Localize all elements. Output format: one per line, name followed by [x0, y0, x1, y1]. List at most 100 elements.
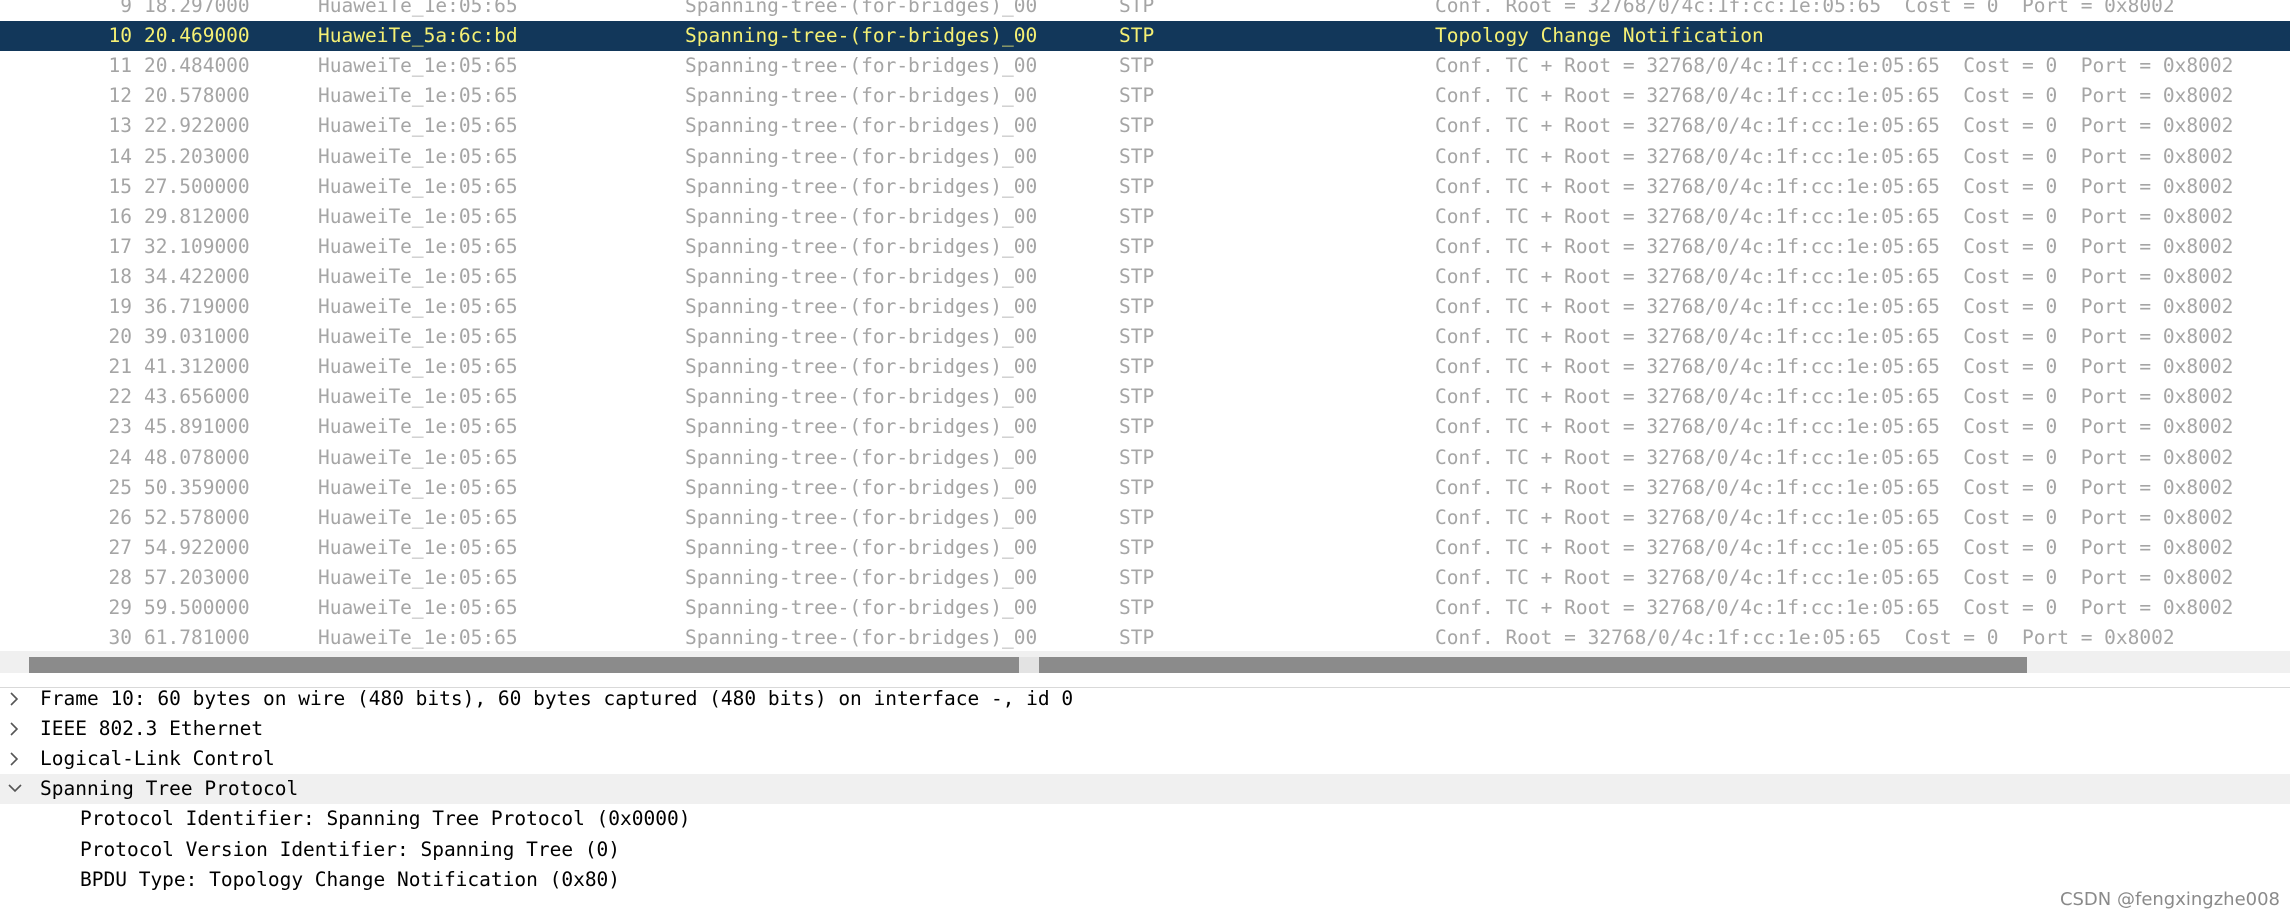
packet-protocol: STP	[1119, 596, 1155, 619]
packet-protocol: STP	[1119, 114, 1155, 138]
packet-row[interactable]: 13 22.922000 HuaweiTe_1e:05:65 Spanning-tre…	[0, 111, 2290, 141]
packet-row[interactable]: 18 34.422000 HuaweiTe_1e:05:65 Spanning-tre…	[0, 262, 2290, 292]
packet-source: HuaweiTe_1e:05:65	[318, 0, 518, 17]
scrollbar-thumb-left[interactable]	[29, 657, 1019, 673]
packet-source: HuaweiTe_1e:05:65	[318, 264, 518, 288]
packet-row[interactable]: 21 41.312000 HuaweiTe_1e:05:65 Spanning-tre…	[0, 352, 2290, 382]
chevron-right-icon[interactable]	[6, 744, 26, 774]
packet-no: 29	[108, 596, 132, 619]
packet-row-selected[interactable]: 10 20.469000 HuaweiTe_5a:6c:bd Spanning-tre…	[0, 21, 2290, 52]
packet-no: 20	[108, 325, 132, 349]
horizontal-scrollbar[interactable]	[0, 651, 2290, 673]
packet-no: 28	[108, 565, 132, 589]
packet-time: 29.812000	[144, 204, 250, 228]
chevron-right-icon[interactable]	[6, 684, 26, 714]
packet-info: Conf. TC + Root = 32768/0/4c:1f:cc:1e:05…	[1435, 596, 2234, 619]
packet-row[interactable]: 17 32.109000 HuaweiTe_1e:05:65 Spanning-tre…	[0, 232, 2290, 262]
tree-item-label: Frame 10: 60 bytes on wire (480 bits), 6…	[40, 687, 1074, 710]
packet-row[interactable]: 26 52.578000 HuaweiTe_1e:05:65 Spanning-tre…	[0, 503, 2290, 533]
packet-row[interactable]: 12 20.578000 HuaweiTe_1e:05:65 Spanning-tre…	[0, 81, 2290, 111]
packet-row[interactable]: 19 36.719000 HuaweiTe_1e:05:65 Spanning-tre…	[0, 292, 2290, 322]
packet-time: 45.891000	[144, 415, 250, 439]
packet-row[interactable]: 14 25.203000 HuaweiTe_1e:05:65 Spanning-tre…	[0, 142, 2290, 172]
packet-time: 41.312000	[144, 355, 250, 379]
tree-item[interactable]: Frame 10: 60 bytes on wire (480 bits), 6…	[0, 684, 2290, 714]
packet-destination: Spanning-tree-(for-bridges)_00	[685, 144, 1038, 168]
packet-destination: Spanning-tree-(for-bridges)_00	[685, 325, 1038, 349]
packet-protocol: STP	[1119, 54, 1155, 78]
tree-child-item[interactable]: Protocol Version Identifier: Spanning Tr…	[0, 835, 2290, 865]
packet-row[interactable]: 15 27.500000 HuaweiTe_1e:05:65 Spanning-tre…	[0, 172, 2290, 202]
packet-destination: Spanning-tree-(for-bridges)_00	[685, 0, 1038, 17]
tree-item[interactable]: Logical-Link Control	[0, 744, 2290, 774]
packet-info: Conf. TC + Root = 32768/0/4c:1f:cc:1e:05…	[1435, 144, 2234, 168]
packet-row[interactable]: 16 29.812000 HuaweiTe_1e:05:65 Spanning-tre…	[0, 202, 2290, 232]
packet-no: 21	[108, 355, 132, 379]
packet-source: HuaweiTe_1e:05:65	[318, 475, 518, 499]
packet-destination: Spanning-tree-(for-bridges)_00	[685, 415, 1038, 439]
packet-info: Conf. TC + Root = 32768/0/4c:1f:cc:1e:05…	[1435, 565, 2234, 589]
packet-info: Conf. TC + Root = 32768/0/4c:1f:cc:1e:05…	[1435, 385, 2234, 409]
packet-protocol: STP	[1119, 234, 1155, 258]
packet-time: 54.922000	[144, 535, 250, 559]
packet-info: Conf. TC + Root = 32768/0/4c:1f:cc:1e:05…	[1435, 295, 2234, 318]
packet-source: HuaweiTe_1e:05:65	[318, 626, 518, 650]
tree-item[interactable]: IEEE 802.3 Ethernet	[0, 714, 2290, 744]
packet-row[interactable]: 25 50.359000 HuaweiTe_1e:05:65 Spanning-tre…	[0, 473, 2290, 503]
packet-info: Conf. TC + Root = 32768/0/4c:1f:cc:1e:05…	[1435, 264, 2234, 288]
packet-protocol: STP	[1119, 24, 1155, 48]
packet-no: 14	[108, 144, 132, 168]
packet-protocol: STP	[1119, 415, 1155, 439]
chevron-right-icon[interactable]	[6, 714, 26, 744]
packet-source: HuaweiTe_1e:05:65	[318, 415, 518, 439]
packet-source: HuaweiTe_1e:05:65	[318, 505, 518, 529]
packet-time: 20.469000	[144, 24, 250, 48]
tree-item[interactable]: Spanning Tree Protocol	[0, 774, 2290, 805]
packet-source: HuaweiTe_1e:05:65	[318, 565, 518, 589]
packet-row[interactable]: 9 18.297000 HuaweiTe_1e:05:65 Spanning-tree…	[0, 0, 2290, 21]
packet-destination: Spanning-tree-(for-bridges)_00	[685, 385, 1038, 409]
packet-no: 16	[108, 204, 132, 228]
packet-row[interactable]: 23 45.891000 HuaweiTe_1e:05:65 Spanning-tre…	[0, 412, 2290, 442]
chevron-down-icon[interactable]	[6, 774, 26, 804]
packet-no: 10	[108, 24, 132, 48]
packet-list[interactable]: 9 18.297000 HuaweiTe_1e:05:65 Spanning-tree…	[0, 0, 2290, 652]
packet-protocol: STP	[1119, 505, 1155, 529]
packet-protocol: STP	[1119, 325, 1155, 349]
packet-row[interactable]: 20 39.031000 HuaweiTe_1e:05:65 Spanning-tre…	[0, 322, 2290, 352]
packet-destination: Spanning-tree-(for-bridges)_00	[685, 54, 1038, 78]
packet-info: Conf. TC + Root = 32768/0/4c:1f:cc:1e:05…	[1435, 415, 2234, 439]
packet-row[interactable]: 24 48.078000 HuaweiTe_1e:05:65 Spanning-tre…	[0, 443, 2290, 473]
packet-no: 25	[108, 475, 132, 499]
packet-details-tree[interactable]: Frame 10: 60 bytes on wire (480 bits), 6…	[0, 687, 2290, 916]
packet-no: 17	[108, 234, 132, 258]
packet-protocol: STP	[1119, 535, 1155, 559]
packet-row[interactable]: 22 43.656000 HuaweiTe_1e:05:65 Spanning-tre…	[0, 382, 2290, 412]
packet-info: Conf. TC + Root = 32768/0/4c:1f:cc:1e:05…	[1435, 204, 2234, 228]
packet-protocol: STP	[1119, 144, 1155, 168]
packet-source: HuaweiTe_1e:05:65	[318, 535, 518, 559]
packet-row[interactable]: 28 57.203000 HuaweiTe_1e:05:65 Spanning-tre…	[0, 563, 2290, 593]
packet-source: HuaweiTe_1e:05:65	[318, 144, 518, 168]
packet-row[interactable]: 27 54.922000 HuaweiTe_1e:05:65 Spanning-tre…	[0, 533, 2290, 563]
packet-destination: Spanning-tree-(for-bridges)_00	[685, 475, 1038, 499]
packet-info: Conf. TC + Root = 32768/0/4c:1f:cc:1e:05…	[1435, 174, 2234, 198]
packet-destination: Spanning-tree-(for-bridges)_00	[685, 204, 1038, 228]
tree-child-label: Protocol Version Identifier: Spanning Tr…	[80, 837, 621, 861]
packet-destination: Spanning-tree-(for-bridges)_00	[685, 505, 1038, 529]
packet-row[interactable]: 29 59.500000 HuaweiTe_1e:05:65 Spanning-tre…	[0, 593, 2290, 623]
packet-info: Conf. TC + Root = 32768/0/4c:1f:cc:1e:05…	[1435, 445, 2234, 469]
packet-protocol: STP	[1119, 355, 1155, 379]
tree-child-item[interactable]: Protocol Identifier: Spanning Tree Proto…	[0, 804, 2290, 834]
packet-no: 26	[108, 505, 132, 529]
packet-time: 25.203000	[144, 144, 250, 168]
packet-row[interactable]: 30 61.781000 HuaweiTe_1e:05:65 Spanning-tre…	[0, 623, 2290, 652]
packet-no: 24	[108, 445, 132, 469]
packet-destination: Spanning-tree-(for-bridges)_00	[685, 264, 1038, 288]
scrollbar-thumb-right[interactable]	[1039, 657, 2027, 673]
tree-child-item[interactable]: BPDU Type: Topology Change Notification …	[0, 865, 2290, 895]
packet-row[interactable]: 11 20.484000 HuaweiTe_1e:05:65 Spanning-tre…	[0, 51, 2290, 81]
packet-no: 12	[108, 84, 132, 108]
packet-destination: Spanning-tree-(for-bridges)_00	[685, 234, 1038, 258]
packet-time: 61.781000	[144, 626, 250, 650]
